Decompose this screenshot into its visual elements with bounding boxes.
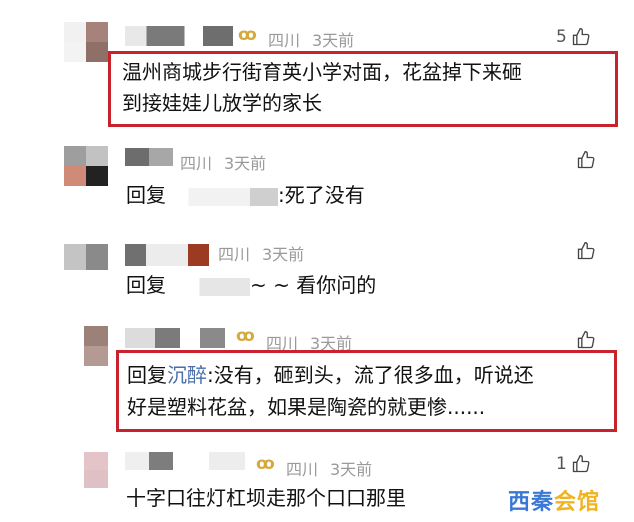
username-blurred[interactable] [125, 244, 209, 266]
comment-text: 回复 :死了没有 [126, 180, 365, 210]
comment-text: 十字口往灯杠坝走那个口口那里 [126, 486, 406, 510]
thumbs-up-icon [572, 454, 590, 473]
avatar[interactable] [64, 244, 108, 270]
thumbs-up-icon [572, 27, 590, 46]
comment-location: 四川 [218, 245, 251, 264]
vip-badge-icon: ꝏ [236, 326, 255, 346]
avatar[interactable] [64, 22, 108, 62]
vip-badge-icon: ꝏ [238, 25, 257, 45]
like-button[interactable] [576, 150, 596, 170]
avatar[interactable] [84, 452, 108, 488]
comment-text-line-2: 好是塑料花盆，如果是陶瓷的就更惨...... [127, 395, 486, 419]
like-button[interactable] [576, 241, 596, 261]
like-button[interactable] [576, 330, 596, 350]
like-button[interactable]: 5 [556, 27, 591, 47]
comment-text-line-1: 回复沉醉:没有，砸到头，流了很多血，听说还 [127, 360, 534, 390]
username-blurred[interactable] [125, 148, 173, 166]
reply-prefix: 回复 [127, 363, 167, 387]
comment-location: 四川 [286, 460, 319, 479]
reply-text: :死了没有 [278, 183, 365, 207]
username-blurred[interactable] [125, 328, 225, 348]
reply-target-blurred[interactable] [166, 277, 250, 296]
avatar[interactable] [64, 146, 108, 186]
like-button[interactable]: 1 [556, 454, 591, 474]
reply-target-link[interactable]: 沉醉 [167, 363, 207, 387]
reply-prefix: 回复 [126, 273, 166, 297]
reply-target-blurred[interactable] [166, 187, 278, 206]
comment-text: 回复 ~ ~ 看你问的 [126, 270, 376, 300]
thumbs-up-icon [577, 330, 595, 349]
username-blurred[interactable] [125, 26, 233, 46]
comment-time: 3天前 [262, 245, 305, 264]
comment-location: 四川 [180, 154, 213, 173]
comment-time: 3天前 [330, 460, 373, 479]
thumbs-up-icon [577, 150, 595, 169]
reply-text: ~ ~ 看你问的 [250, 273, 377, 297]
avatar[interactable] [84, 326, 108, 366]
username-blurred[interactable] [125, 452, 245, 470]
comment-text-line-2: 到接娃娃儿放学的家长 [122, 91, 322, 115]
comment-location: 四川 [268, 31, 301, 50]
reply-text: :没有，砸到头，流了很多血，听说还 [207, 363, 534, 387]
thumbs-up-icon [577, 241, 595, 260]
reply-prefix: 回复 [126, 183, 166, 207]
vip-badge-icon: ꝏ [256, 454, 275, 474]
like-count: 5 [556, 27, 567, 47]
comment-time: 3天前 [312, 31, 355, 50]
comment-time: 3天前 [224, 154, 267, 173]
comment-text-line-1: 温州商城步行街育英小学对面，花盆掉下来砸 [122, 60, 522, 84]
like-count: 1 [556, 454, 567, 474]
watermark-logo: 西秦会馆 [508, 490, 601, 515]
